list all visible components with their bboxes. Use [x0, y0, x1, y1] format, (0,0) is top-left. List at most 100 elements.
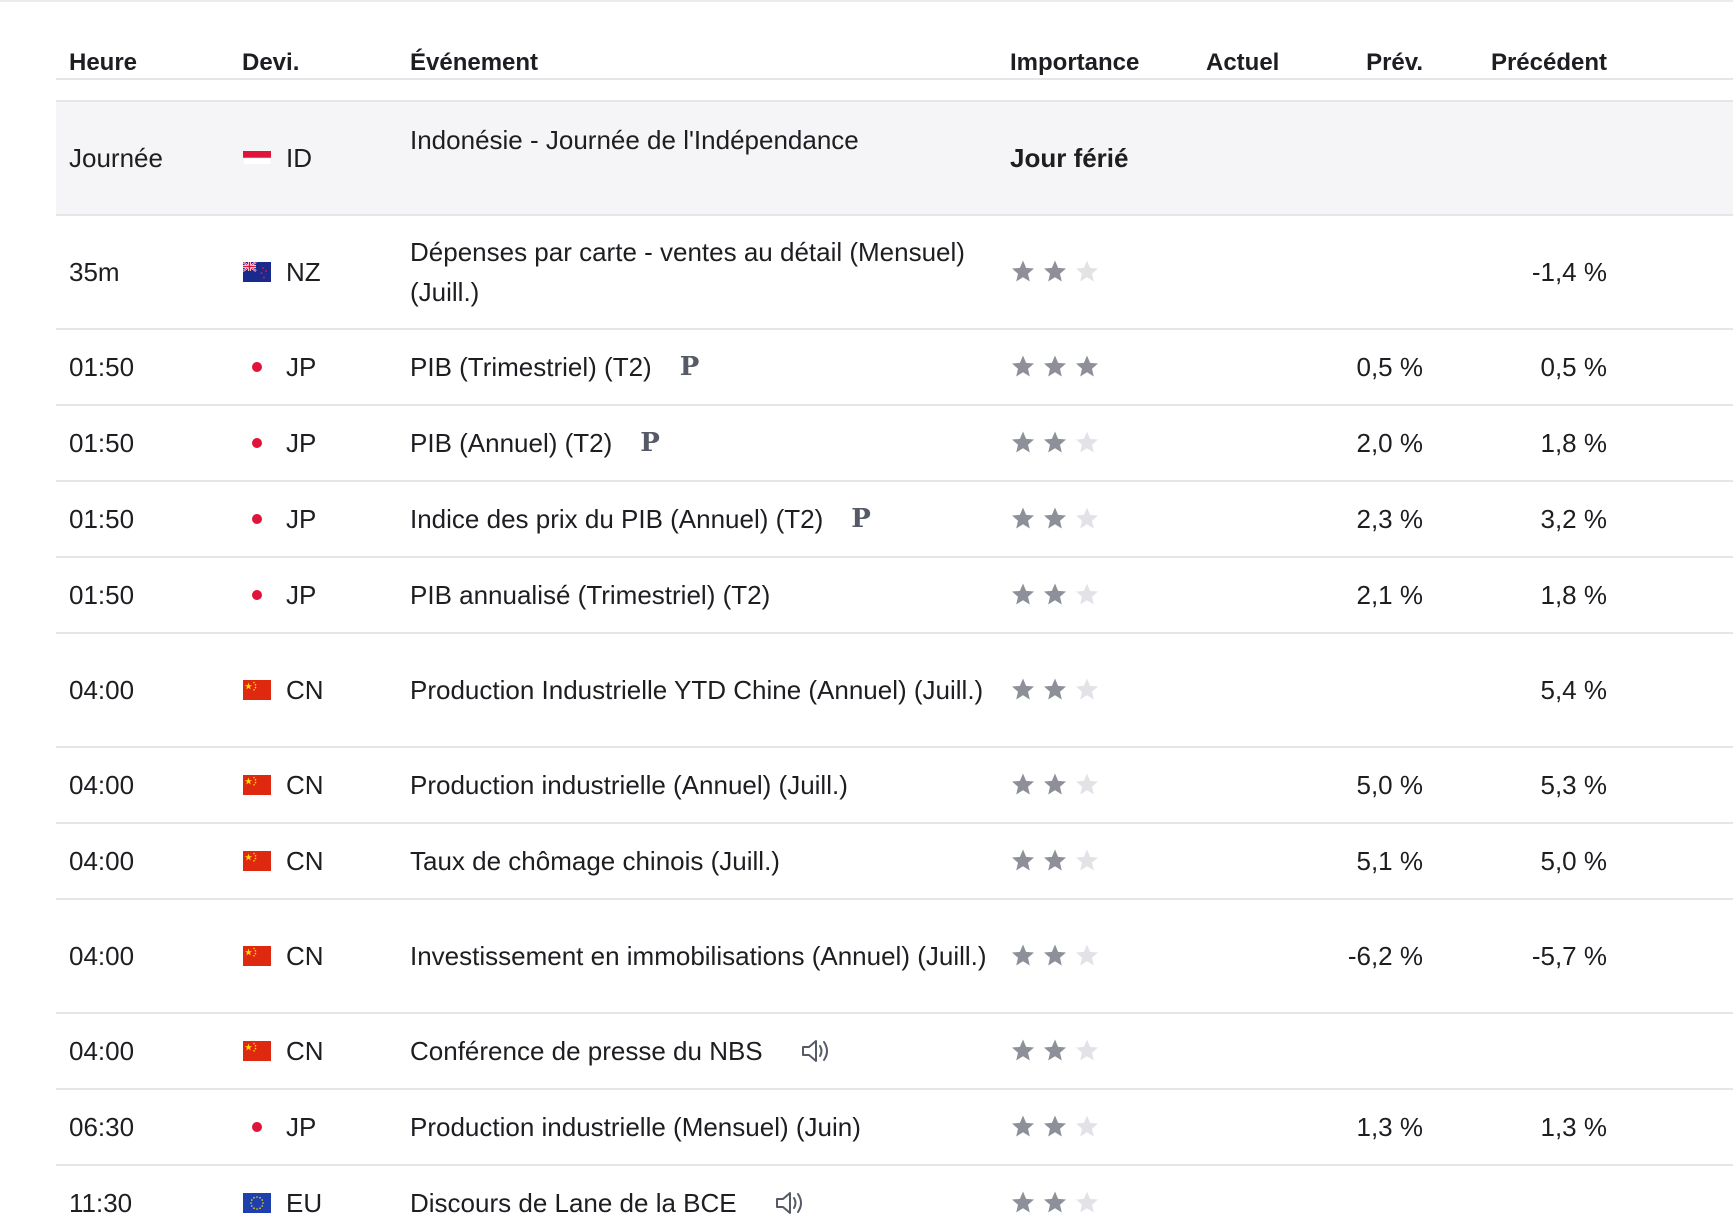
- event-importance: [1010, 634, 1100, 746]
- header-event: Événement: [410, 49, 539, 76]
- event-name[interactable]: Production industrielle (Mensuel) (Juin): [410, 1090, 990, 1164]
- star-filled-icon: [1012, 507, 1034, 529]
- event-name[interactable]: PIB annualisé (Trimestriel) (T2): [410, 558, 990, 632]
- event-row[interactable]: 01:50 JP PIB (Annuel) (T2) P 2,0 % 1,8 %: [56, 406, 1733, 482]
- japan-flag-icon: [242, 330, 272, 404]
- preliminary-badge: P: [851, 504, 871, 534]
- event-name-text[interactable]: Indice des prix du PIB (Annuel) (T2): [410, 499, 823, 539]
- event-currency: JP: [286, 1111, 317, 1142]
- event-forecast: 2,3 %: [1356, 503, 1424, 534]
- event-name-text[interactable]: PIB (Trimestriel) (T2): [410, 347, 652, 387]
- event-name[interactable]: Indice des prix du PIB (Annuel) (T2) P: [410, 482, 990, 556]
- event-name-text[interactable]: Production industrielle (Annuel) (Juill.…: [410, 765, 848, 805]
- speaker-icon[interactable]: [799, 1034, 833, 1068]
- event-name-text[interactable]: Taux de chômage chinois (Juill.): [410, 841, 780, 881]
- event-name[interactable]: Investissement en immobilisations (Annue…: [410, 900, 990, 1012]
- star-empty-icon: [1076, 773, 1098, 795]
- event-forecast: 5,0 %: [1356, 769, 1424, 800]
- event-row[interactable]: 06:30 JP Production industrielle (Mensuel)…: [56, 1090, 1733, 1166]
- event-row[interactable]: 11:30 EU Discours de Lane de la BCE: [56, 1166, 1733, 1228]
- event-time: 35m: [69, 256, 120, 287]
- speaker-icon-svg: [775, 1192, 802, 1214]
- event-row[interactable]: 04:00 CN Taux de chômage chinois (Juill.) 5…: [56, 824, 1733, 900]
- event-name-text[interactable]: Investissement en immobilisations (Annue…: [410, 936, 987, 976]
- importance-stars: [1010, 259, 1100, 285]
- event-row[interactable]: 01:50 JP PIB annualisé (Trimestriel) (T2) 2…: [56, 558, 1733, 634]
- event-name[interactable]: Discours de Lane de la BCE: [410, 1166, 990, 1228]
- event-name-text[interactable]: Production Industrielle YTD Chine (Annue…: [410, 670, 983, 710]
- event-forecast: 2,1 %: [1356, 579, 1424, 610]
- event-row[interactable]: 04:00 CN Investissement en immobilisations…: [56, 900, 1733, 1014]
- china-flag-svg: [243, 1041, 271, 1061]
- japan-flag-dot: [252, 514, 262, 524]
- event-row[interactable]: 04:00 CN Conférence de presse du NBS: [56, 1014, 1733, 1090]
- header-importance: Importance: [1010, 49, 1140, 76]
- star-filled-icon: [1044, 260, 1066, 282]
- new-zealand-flag-icon: [242, 216, 272, 328]
- event-name[interactable]: Conférence de presse du NBS: [410, 1014, 990, 1088]
- event-previous: -5,7 %: [1531, 940, 1607, 971]
- event-name-text[interactable]: PIB (Annuel) (T2): [410, 423, 612, 463]
- event-time: 01:50: [69, 351, 135, 382]
- china-flag-icon: [242, 900, 272, 1012]
- importance-stars: [1010, 677, 1100, 703]
- china-flag-icon: [242, 748, 272, 822]
- event-name-text[interactable]: Discours de Lane de la BCE: [410, 1183, 737, 1223]
- holiday-event-name[interactable]: Indonésie - Journée de l'Indépendance: [410, 102, 990, 160]
- event-name[interactable]: PIB (Trimestriel) (T2) P: [410, 330, 990, 404]
- importance-stars: [1010, 354, 1100, 380]
- event-name[interactable]: Dépenses par carte - ventes au détail (M…: [410, 216, 990, 328]
- event-previous: 1,8 %: [1540, 579, 1608, 610]
- indonesia-flag-icon: [242, 102, 272, 214]
- event-time: 06:30: [69, 1111, 135, 1142]
- event-previous: 0,5 %: [1540, 351, 1608, 382]
- star-filled-icon: [1044, 583, 1066, 605]
- japan-flag-icon: [242, 1090, 272, 1164]
- japan-flag-dot: [252, 362, 262, 372]
- star-empty-icon: [1076, 678, 1098, 700]
- star-empty-icon: [1076, 849, 1098, 871]
- header-actual: Actuel: [1206, 49, 1280, 76]
- event-time: 01:50: [69, 427, 135, 458]
- event-name[interactable]: PIB (Annuel) (T2) P: [410, 406, 990, 480]
- event-currency: CN: [286, 1035, 324, 1066]
- event-importance: [1010, 558, 1100, 632]
- japan-flag-dot: [252, 1122, 262, 1132]
- event-row[interactable]: 01:50 JP Indice des prix du PIB (Annuel) (…: [56, 482, 1733, 558]
- event-importance: [1010, 330, 1100, 404]
- event-time: 04:00: [69, 769, 135, 800]
- china-flag-svg: [243, 946, 271, 966]
- star-filled-icon: [1044, 1039, 1066, 1061]
- table-spacer: [56, 80, 1733, 102]
- china-flag-svg: [243, 680, 271, 700]
- event-importance: [1010, 406, 1100, 480]
- event-rows: 35m NZ Dépenses par carte - ventes au déta…: [56, 216, 1733, 1228]
- event-previous: 5,0 %: [1540, 845, 1608, 876]
- event-name[interactable]: Taux de chômage chinois (Juill.): [410, 824, 990, 898]
- event-name[interactable]: Production Industrielle YTD Chine (Annue…: [410, 634, 990, 746]
- star-empty-icon: [1076, 507, 1098, 529]
- event-name-text[interactable]: Conférence de presse du NBS: [410, 1031, 763, 1071]
- event-row[interactable]: 04:00 CN Production industrielle (Annuel) …: [56, 748, 1733, 824]
- event-row[interactable]: 04:00 CN Production Industrielle YTD Chine…: [56, 634, 1733, 748]
- star-filled-icon: [1044, 773, 1066, 795]
- importance-stars: [1010, 1038, 1100, 1064]
- event-name-text[interactable]: Production industrielle (Mensuel) (Juin): [410, 1107, 861, 1147]
- event-name-text[interactable]: Dépenses par carte - ventes au détail (M…: [410, 232, 990, 312]
- holiday-event-text[interactable]: Indonésie - Journée de l'Indépendance: [410, 120, 859, 160]
- speaker-icon[interactable]: [773, 1186, 807, 1220]
- event-time: 11:30: [69, 1187, 133, 1218]
- event-name[interactable]: Production industrielle (Annuel) (Juill.…: [410, 748, 990, 822]
- event-importance: [1010, 900, 1100, 1012]
- holiday-row[interactable]: Journée ID Indonésie - Journée de l'Indé…: [56, 102, 1733, 216]
- calendar-table: Heure Devi. Événement Importance Actuel …: [56, 0, 1733, 1228]
- japan-flag-icon: [242, 482, 272, 556]
- event-name-text[interactable]: PIB annualisé (Trimestriel) (T2): [410, 575, 770, 615]
- event-currency: JP: [286, 503, 317, 534]
- event-row[interactable]: 01:50 JP PIB (Trimestriel) (T2) P 0,5 % 0,5 %: [56, 330, 1733, 406]
- star-filled-icon: [1044, 849, 1066, 871]
- table-header: Heure Devi. Événement Importance Actuel …: [56, 0, 1733, 80]
- event-row[interactable]: 35m NZ Dépenses par carte - ventes au déta…: [56, 216, 1733, 330]
- importance-stars: [1010, 582, 1100, 608]
- importance-stars: [1010, 772, 1100, 798]
